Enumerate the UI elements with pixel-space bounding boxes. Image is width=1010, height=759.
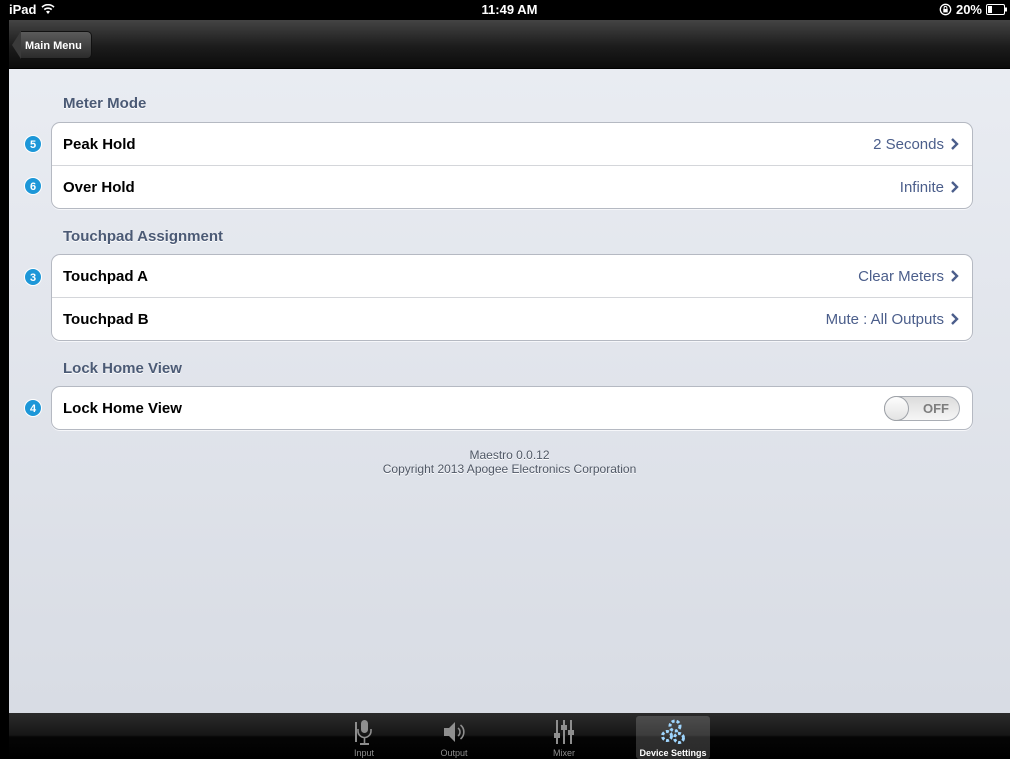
touchpad-b-label: Touchpad B xyxy=(63,310,149,328)
main-menu-back-button[interactable]: Main Menu xyxy=(12,31,92,59)
status-bar: iPad 11:49 AM 20% xyxy=(9,0,1010,20)
touchpad-b-row[interactable]: Touchpad B Mute : All Outputs xyxy=(52,298,972,340)
touchpad-a-row[interactable]: Touchpad A Clear Meters xyxy=(52,255,972,298)
tab-bar: Input Output Mixer Device Settings xyxy=(9,713,1010,759)
chevron-right-icon xyxy=(951,313,959,325)
gears-icon xyxy=(636,718,710,746)
peak-hold-row[interactable]: Peak Hold 2 Seconds xyxy=(52,123,972,166)
battery-area: 20% xyxy=(939,2,1008,17)
status-time: 11:49 AM xyxy=(481,2,538,17)
touchpad-a-label: Touchpad A xyxy=(63,267,148,285)
navigation-bar: Main Menu xyxy=(9,20,1010,69)
section-header-lock-home-view: Lock Home View xyxy=(63,360,182,377)
tab-input[interactable]: Input xyxy=(327,716,401,759)
back-button-label: Main Menu xyxy=(21,31,92,59)
speaker-icon xyxy=(417,718,491,746)
tab-label: Input xyxy=(353,748,375,758)
copyright-text: Copyright 2013 Apogee Electronics Corpor… xyxy=(382,462,637,476)
callout-badge: 3 xyxy=(24,268,42,286)
over-hold-row[interactable]: Over Hold Infinite xyxy=(52,166,972,208)
battery-icon xyxy=(986,4,1008,15)
callout-badge: 4 xyxy=(24,399,42,417)
settings-content[interactable]: Meter Mode Peak Hold 2 Seconds Over Hold… xyxy=(9,69,1010,713)
chevron-right-icon xyxy=(951,270,959,282)
over-hold-label: Over Hold xyxy=(63,178,135,196)
peak-hold-label: Peak Hold xyxy=(63,135,136,153)
chevron-right-icon xyxy=(951,181,959,193)
tab-label: Device Settings xyxy=(639,748,707,758)
over-hold-value: Infinite xyxy=(899,178,944,196)
mixer-faders-icon xyxy=(527,718,601,746)
lock-home-view-toggle[interactable]: OFF xyxy=(884,396,960,421)
lock-home-view-row: Lock Home View OFF xyxy=(52,387,972,429)
battery-percent: 20% xyxy=(955,2,982,17)
touchpad-a-value: Clear Meters xyxy=(858,267,944,285)
section-header-touchpad-assignment: Touchpad Assignment xyxy=(63,228,224,245)
section-header-meter-mode: Meter Mode xyxy=(63,95,147,112)
back-arrow-icon xyxy=(12,31,21,59)
ipad-screen: iPad 11:49 AM 20% Main Menu Meter Mode P… xyxy=(9,0,1010,759)
tab-label: Mixer xyxy=(553,748,575,758)
callout-badge: 6 xyxy=(24,177,42,195)
chevron-right-icon xyxy=(951,138,959,150)
toggle-knob xyxy=(884,396,909,421)
lock-home-view-label: Lock Home View xyxy=(63,399,182,417)
tab-label: Output xyxy=(440,748,468,758)
lock-home-group: Lock Home View OFF xyxy=(51,386,973,430)
tab-mixer[interactable]: Mixer xyxy=(527,716,601,759)
touchpad-group: Touchpad A Clear Meters Touchpad B Mute … xyxy=(51,254,973,341)
toggle-state-text: OFF xyxy=(923,401,949,416)
microphone-icon xyxy=(327,718,401,746)
peak-hold-value: 2 Seconds xyxy=(873,135,944,153)
meter-mode-group: Peak Hold 2 Seconds Over Hold Infinite xyxy=(51,122,973,209)
app-version: Maestro 0.0.12 xyxy=(469,448,550,462)
tab-output[interactable]: Output xyxy=(417,716,491,759)
tab-device-settings[interactable]: Device Settings xyxy=(636,716,710,759)
touchpad-b-value: Mute : All Outputs xyxy=(825,310,944,328)
rotation-lock-icon xyxy=(939,3,952,16)
callout-badge: 5 xyxy=(24,135,42,153)
